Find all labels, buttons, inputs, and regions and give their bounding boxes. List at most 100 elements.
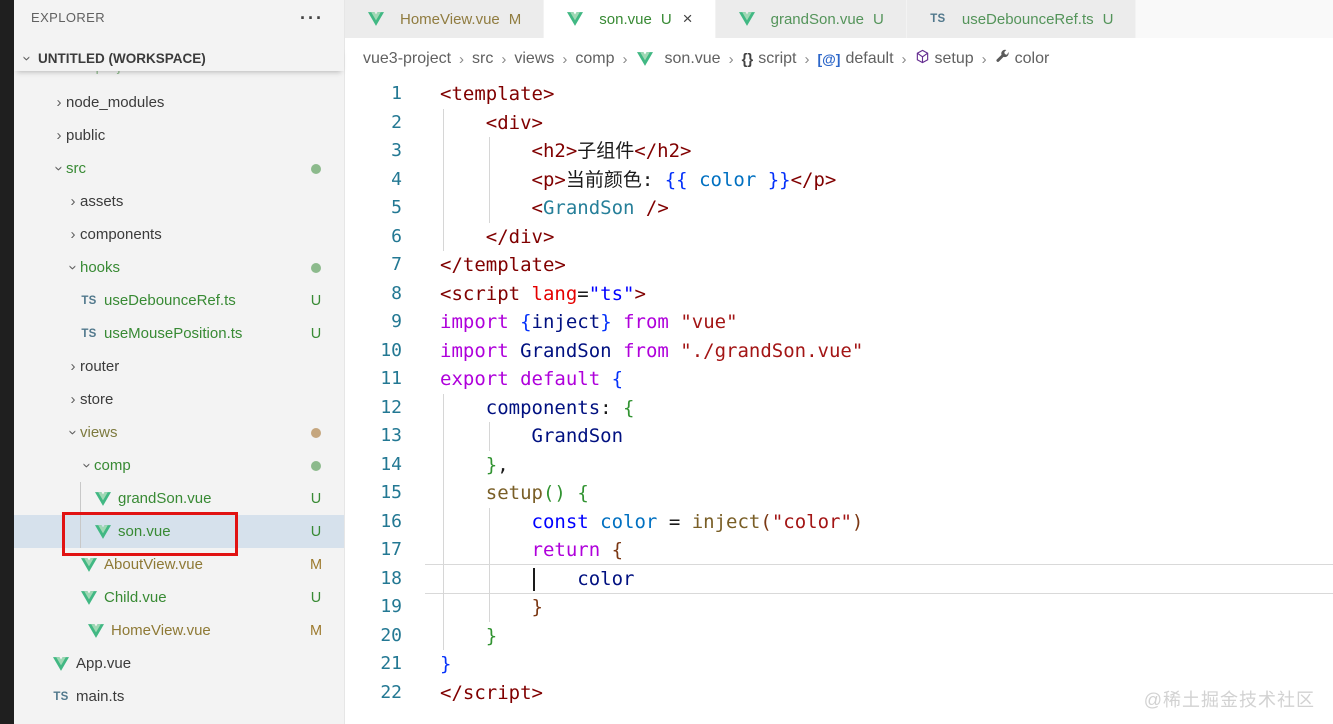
breadcrumb-item-son-vue[interactable]: son.vue xyxy=(636,50,721,68)
tree-item-grandson-vue[interactable]: grandSon.vue U xyxy=(14,482,344,515)
breadcrumb-item-default[interactable]: [@] default xyxy=(817,50,893,68)
code-line[interactable]: 17 return { xyxy=(345,536,1333,565)
breadcrumb-item-views[interactable]: views xyxy=(514,50,554,68)
tree-item-label: components xyxy=(80,226,162,243)
code-line[interactable]: 8 <script lang="ts"> xyxy=(345,280,1333,309)
line-number[interactable]: 11 xyxy=(345,365,402,394)
line-number[interactable]: 3 xyxy=(345,137,402,166)
code-line[interactable]: 15 setup() { xyxy=(345,479,1333,508)
git-status-badge: U xyxy=(310,589,322,606)
tree-item-label: useDebounceRef.ts xyxy=(104,292,236,309)
tree-item-child-vue[interactable]: Child.vue U xyxy=(14,581,344,614)
line-number[interactable]: 14 xyxy=(345,451,402,480)
code-line[interactable]: 9 import {inject} from "vue" xyxy=(345,308,1333,337)
breadcrumb-separator-icon: › xyxy=(804,50,810,68)
breadcrumb-label: views xyxy=(514,50,555,67)
code-text: <GrandSon /> xyxy=(531,197,669,219)
code-line[interactable]: 21} xyxy=(345,650,1333,679)
line-number[interactable]: 22 xyxy=(345,679,402,708)
tree-item-usedebounceref-ts[interactable]: TS useDebounceRef.ts U xyxy=(14,284,344,317)
code-line[interactable]: 4 <p>当前颜色: {{ color }}</p> xyxy=(345,165,1333,195)
breadcrumb-item-script[interactable]: {} script xyxy=(742,50,797,68)
code-line[interactable]: 16 const color = inject("color") xyxy=(345,507,1333,537)
tab-grandson-vue[interactable]: grandSon.vue U xyxy=(715,0,907,38)
line-number[interactable]: 17 xyxy=(345,536,402,565)
breadcrumb-item-src[interactable]: src xyxy=(472,50,493,68)
tree-item-aboutview-vue[interactable]: AboutView.vue M xyxy=(14,548,344,581)
line-number[interactable]: 12 xyxy=(345,394,402,423)
code-editor[interactable]: 1 <template> 2 <div> 3 <h2>子组件</h2> 4 <p>当前颜… xyxy=(345,80,1333,724)
partial-item-label: vue3-project xyxy=(58,71,141,75)
line-number[interactable]: 16 xyxy=(345,508,402,537)
breadcrumb-item-vue3-project[interactable]: vue3-project xyxy=(363,50,451,68)
tree-item-router[interactable]: › router xyxy=(14,350,344,383)
tab-son-vue[interactable]: son.vue U × xyxy=(544,0,716,38)
tree-item-comp[interactable]: › comp xyxy=(14,449,344,482)
vue-logo-icon xyxy=(566,12,584,26)
chevron-right-icon: › xyxy=(56,127,62,144)
code-line[interactable]: 7 </template> xyxy=(345,251,1333,280)
breadcrumb-separator-icon: › xyxy=(981,50,987,68)
wrench-icon xyxy=(995,49,1010,69)
code-text: <h2>子组件</h2> xyxy=(531,140,692,162)
tree-item-public[interactable]: › public xyxy=(14,119,344,152)
line-number[interactable]: 21 xyxy=(345,650,402,679)
line-number[interactable]: 20 xyxy=(345,622,402,651)
activity-bar[interactable] xyxy=(0,0,14,724)
line-number[interactable]: 13 xyxy=(345,422,402,451)
tree-item-src[interactable]: › src xyxy=(14,152,344,185)
breadcrumb-label: color xyxy=(1014,50,1050,67)
line-number[interactable]: 9 xyxy=(345,308,402,337)
code-line[interactable]: 11 export default { xyxy=(345,365,1333,394)
code-line[interactable]: 14 }, xyxy=(345,450,1333,480)
code-line[interactable]: 1 <template> xyxy=(345,80,1333,109)
breadcrumb-label: setup xyxy=(934,50,974,67)
breadcrumb-item-color[interactable]: color xyxy=(995,49,1050,69)
tree-item-views[interactable]: › views xyxy=(14,416,344,449)
tree-item-son-vue[interactable]: son.vue U xyxy=(14,515,344,548)
breadcrumb-separator-icon: › xyxy=(901,50,907,68)
line-number[interactable]: 10 xyxy=(345,337,402,366)
line-number[interactable]: 19 xyxy=(345,593,402,622)
breadcrumb-separator-icon: › xyxy=(622,50,628,68)
chevron-down-icon: › xyxy=(64,265,82,270)
code-line[interactable]: 5 <GrandSon /> xyxy=(345,194,1333,223)
line-number[interactable]: 2 xyxy=(345,109,402,138)
tab-homeview-vue[interactable]: HomeView.vue M xyxy=(345,0,545,38)
line-number[interactable]: 15 xyxy=(345,479,402,508)
code-line[interactable]: 20 } xyxy=(345,621,1333,651)
breadcrumb-separator-icon: › xyxy=(459,50,465,68)
line-number[interactable]: 5 xyxy=(345,194,402,223)
code-line[interactable]: 6 </div> xyxy=(345,222,1333,252)
tree-item-components[interactable]: › components xyxy=(14,218,344,251)
line-number[interactable]: 6 xyxy=(345,223,402,252)
tree-item-usemouseposition-ts[interactable]: TS useMousePosition.ts U xyxy=(14,317,344,350)
tree-item-main-ts[interactable]: TS main.ts xyxy=(14,680,344,713)
more-actions-icon[interactable]: ··· xyxy=(300,9,324,27)
code-line[interactable]: 12 components: { xyxy=(345,393,1333,423)
tree-item-hooks[interactable]: › hooks xyxy=(14,251,344,284)
code-line[interactable]: 3 <h2>子组件</h2> xyxy=(345,137,1333,166)
workspace-section-header[interactable]: › UNTITLED (WORKSPACE) xyxy=(14,45,344,71)
tree-item-node-modules[interactable]: › node_modules xyxy=(14,86,344,119)
code-line[interactable]: 10 import GrandSon from "./grandSon.vue" xyxy=(345,337,1333,366)
tab-usedebounceref-ts[interactable]: TS useDebounceRef.ts U xyxy=(906,0,1137,38)
tree-item-store[interactable]: › store xyxy=(14,383,344,416)
line-number[interactable]: 1 xyxy=(345,80,402,109)
breadcrumb-item-comp[interactable]: comp xyxy=(575,50,614,68)
code-line[interactable]: 2 <div> xyxy=(345,108,1333,138)
code-line[interactable]: 19 } xyxy=(345,593,1333,622)
partially-scrolled-item[interactable]: vue3-project xyxy=(14,71,344,86)
code-line[interactable]: 13 GrandSon xyxy=(345,422,1333,451)
breadcrumb-item-setup[interactable]: setup xyxy=(915,49,974,69)
line-number[interactable]: 4 xyxy=(345,166,402,195)
line-number[interactable]: 7 xyxy=(345,251,402,280)
code-line[interactable]: 18 color xyxy=(345,563,1333,594)
close-icon[interactable]: × xyxy=(683,9,693,29)
line-number[interactable]: 18 xyxy=(345,565,402,594)
tree-item-homeview-vue[interactable]: HomeView.vue M xyxy=(14,614,344,647)
tree-item-assets[interactable]: › assets xyxy=(14,185,344,218)
tree-item-app-vue[interactable]: App.vue xyxy=(14,647,344,680)
line-number[interactable]: 8 xyxy=(345,280,402,309)
ts-file-icon: TS xyxy=(81,327,97,340)
